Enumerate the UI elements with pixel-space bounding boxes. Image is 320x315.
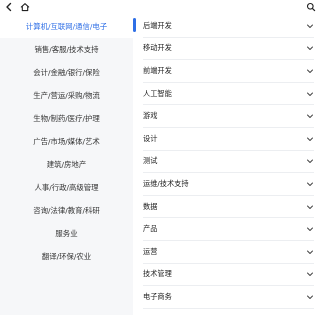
category-item[interactable]: 生产/营运/采购/物流	[0, 84, 133, 107]
subcategory-item[interactable]: 测试	[143, 151, 314, 174]
category-item[interactable]: 广告/市场/媒体/艺术	[0, 130, 133, 153]
subcategory-label: 前端开发	[143, 65, 172, 75]
category-list: 计算机/互联网/通信/电子 销售/客服/技术支持 会计/金融/银行/保险 生产/…	[0, 15, 133, 315]
chevron-down-icon	[306, 22, 314, 30]
category-item[interactable]: 建筑/房地产	[0, 153, 133, 176]
subcategory-list: 后端开发 移动开发 前端开发 人工智能 游戏 设计 测试 运维/技术支持 数据 …	[137, 15, 320, 315]
subcategory-label: 移动开发	[143, 43, 172, 53]
category-label: 会计/金融/银行/保险	[33, 68, 100, 77]
category-item[interactable]: 计算机/互联网/通信/电子	[0, 15, 133, 38]
category-item[interactable]: 咨询/法律/教育/科研	[0, 199, 133, 222]
subcategory-item[interactable]: 运营	[143, 241, 314, 264]
subcategory-label: 测试	[143, 156, 158, 166]
job-category-screen: 计算机/互联网/通信/电子 销售/客服/技术支持 会计/金融/银行/保险 生产/…	[0, 0, 320, 315]
chevron-down-icon	[306, 44, 314, 52]
chevron-down-icon	[306, 112, 314, 120]
subcategory-item[interactable]: 技术管理	[143, 264, 314, 287]
category-label: 销售/客服/技术支持	[34, 45, 99, 54]
category-label: 建筑/房地产	[46, 160, 87, 169]
selection-indicator	[133, 15, 137, 315]
category-item[interactable]: 生物/制药/医疗/护理	[0, 107, 133, 130]
subcategory-label: 电子商务	[143, 291, 172, 301]
category-item[interactable]: 人事/行政/高级管理	[0, 176, 133, 199]
category-label: 计算机/互联网/通信/电子	[25, 22, 108, 31]
top-bar	[0, 0, 320, 14]
chevron-down-icon	[306, 157, 314, 165]
subcategory-item[interactable]: 产品	[143, 218, 314, 241]
subcategory-label: 运营	[143, 246, 158, 256]
chevron-left-icon[interactable]	[4, 2, 14, 12]
subcategory-item[interactable]: 后端开发	[143, 15, 314, 38]
subcategory-label: 设计	[143, 133, 158, 143]
chevron-down-icon	[306, 180, 314, 188]
home-icon[interactable]	[20, 2, 30, 12]
selection-indicator-bar	[133, 18, 136, 32]
category-label: 生物/制药/医疗/护理	[33, 114, 100, 123]
chevron-down-icon	[306, 293, 314, 301]
category-label: 人事/行政/高级管理	[34, 183, 99, 192]
category-label: 生产/营运/采购/物流	[33, 91, 100, 100]
category-label: 咨询/法律/教育/科研	[33, 206, 100, 215]
category-item[interactable]: 销售/客服/技术支持	[0, 38, 133, 61]
category-item[interactable]: 翻译/环保/农业	[0, 245, 133, 268]
subcategory-label: 运维/技术支持	[143, 178, 189, 188]
search-icon[interactable]	[306, 2, 316, 12]
category-label: 服务业	[55, 229, 78, 238]
chevron-down-icon	[306, 225, 314, 233]
subcategory-label: 产品	[143, 224, 158, 234]
subcategory-label: 游戏	[143, 111, 158, 121]
subcategory-label: 人工智能	[143, 88, 172, 98]
chevron-down-icon	[306, 90, 314, 98]
subcategory-item[interactable]: 移动开发	[143, 38, 314, 61]
subcategory-label: 技术管理	[143, 269, 172, 279]
subcategory-label: 后端开发	[143, 20, 172, 30]
subcategory-item[interactable]: 运维/技术支持	[143, 173, 314, 196]
category-label: 广告/市场/媒体/艺术	[33, 137, 100, 146]
chevron-down-icon	[306, 203, 314, 211]
subcategory-item[interactable]: 设计	[143, 128, 314, 151]
subcategory-item[interactable]: 前端开发	[143, 60, 314, 83]
top-bar-left	[4, 2, 30, 12]
category-item[interactable]: 服务业	[0, 222, 133, 245]
subcategory-item[interactable]: 游戏	[143, 105, 314, 128]
category-label: 翻译/环保/农业	[41, 252, 92, 261]
subcategory-item[interactable]: 电子商务	[143, 286, 314, 309]
subcategory-label: 数据	[143, 201, 158, 211]
content-area: 计算机/互联网/通信/电子 销售/客服/技术支持 会计/金融/银行/保险 生产/…	[0, 15, 320, 315]
chevron-down-icon	[306, 135, 314, 143]
category-item[interactable]: 会计/金融/银行/保险	[0, 61, 133, 84]
subcategory-item[interactable]: 数据	[143, 196, 314, 219]
subcategory-item[interactable]: 人工智能	[143, 83, 314, 106]
chevron-down-icon	[306, 67, 314, 75]
chevron-down-icon	[306, 248, 314, 256]
chevron-down-icon	[306, 270, 314, 278]
